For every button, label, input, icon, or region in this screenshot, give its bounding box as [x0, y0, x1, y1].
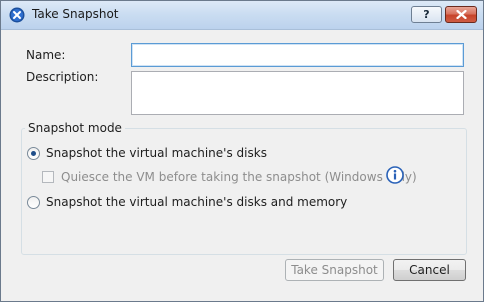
take-snapshot-button[interactable]: Take Snapshot [285, 259, 384, 281]
cancel-button[interactable]: Cancel [393, 259, 466, 281]
take-snapshot-dialog: Take Snapshot ? Name: Description: Snaps… [0, 0, 484, 302]
name-input[interactable] [131, 43, 464, 67]
quiesce-checkbox[interactable] [42, 171, 54, 183]
window-title: Take Snapshot [32, 7, 119, 21]
help-button[interactable]: ? [411, 6, 442, 23]
title-bar[interactable]: Take Snapshot ? [1, 1, 483, 30]
radio-snapshot-disks-label[interactable]: Snapshot the virtual machine's disks [46, 146, 267, 160]
radio-snapshot-disks[interactable] [27, 147, 40, 160]
vsphere-logo-icon [9, 7, 25, 23]
help-label: ? [423, 8, 430, 21]
description-label: Description: [26, 70, 99, 84]
radio-selected-dot [31, 151, 36, 156]
info-icon[interactable] [386, 166, 404, 184]
dialog-body: Name: Description: Snapshot mode Snapsho… [4, 30, 480, 300]
close-icon [456, 10, 467, 19]
name-label: Name: [26, 48, 66, 62]
description-input[interactable] [131, 71, 464, 115]
quiesce-label: Quiesce the VM before taking the snapsho… [61, 170, 417, 184]
close-button[interactable] [445, 6, 477, 23]
radio-snapshot-memory-label[interactable]: Snapshot the virtual machine's disks and… [46, 195, 347, 209]
snapshot-mode-title: Snapshot mode [25, 121, 125, 135]
radio-snapshot-memory[interactable] [27, 196, 40, 209]
